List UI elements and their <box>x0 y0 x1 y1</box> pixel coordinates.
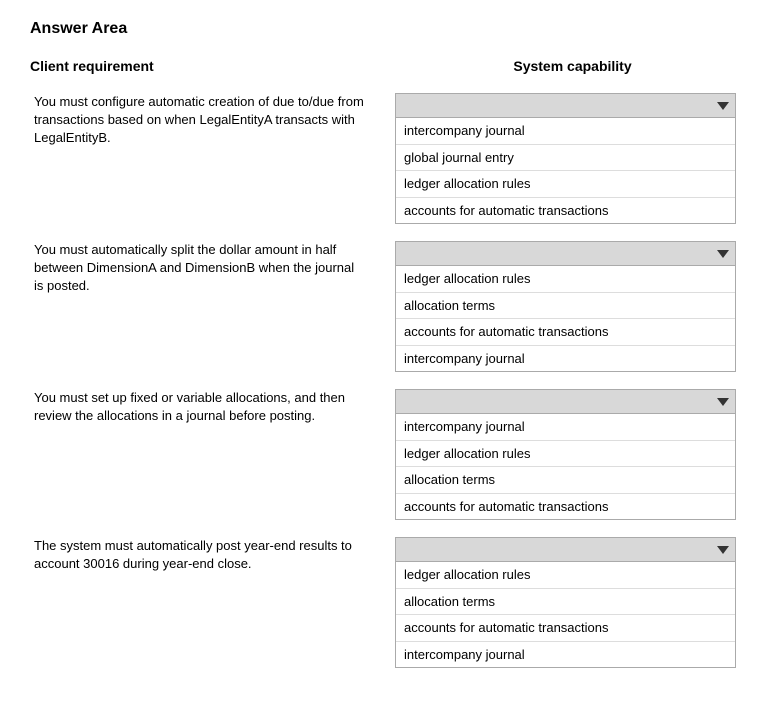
dropdown-option-1-4[interactable]: accounts for automatic transactions <box>396 198 735 224</box>
dropdown-option-1-2[interactable]: global journal entry <box>396 145 735 172</box>
page-title: Answer Area <box>30 20 740 38</box>
dropdown-container-1[interactable]: intercompany journalglobal journal entry… <box>395 93 736 224</box>
dropdown-header-2[interactable] <box>396 242 735 266</box>
dropdown-header-3[interactable] <box>396 390 735 414</box>
dropdown-header-4[interactable] <box>396 538 735 562</box>
requirement-text-2: You must automatically split the dollar … <box>30 233 385 381</box>
dropdown-options-1: intercompany journalglobal journal entry… <box>396 118 735 223</box>
chevron-down-icon <box>717 250 729 258</box>
dropdown-option-3-2[interactable]: ledger allocation rules <box>396 441 735 468</box>
answer-table: Client requirement System capability You… <box>30 58 740 676</box>
col-header-capability: System capability <box>385 58 740 85</box>
col-header-requirement: Client requirement <box>30 58 385 85</box>
dropdown-option-1-1[interactable]: intercompany journal <box>396 118 735 145</box>
dropdown-option-2-4[interactable]: intercompany journal <box>396 346 735 372</box>
table-row: The system must automatically post year-… <box>30 529 740 677</box>
dropdown-option-2-2[interactable]: allocation terms <box>396 293 735 320</box>
dropdown-option-2-3[interactable]: accounts for automatic transactions <box>396 319 735 346</box>
dropdown-option-4-3[interactable]: accounts for automatic transactions <box>396 615 735 642</box>
dropdown-option-4-2[interactable]: allocation terms <box>396 589 735 616</box>
requirement-text-4: The system must automatically post year-… <box>30 529 385 677</box>
dropdown-header-1[interactable] <box>396 94 735 118</box>
dropdown-options-4: ledger allocation rulesallocation termsa… <box>396 562 735 667</box>
capability-dropdown-4[interactable]: ledger allocation rulesallocation termsa… <box>385 529 740 677</box>
dropdown-options-2: ledger allocation rulesallocation termsa… <box>396 266 735 371</box>
dropdown-container-3[interactable]: intercompany journalledger allocation ru… <box>395 389 736 520</box>
chevron-down-icon <box>717 398 729 406</box>
capability-dropdown-3[interactable]: intercompany journalledger allocation ru… <box>385 381 740 529</box>
dropdown-option-2-1[interactable]: ledger allocation rules <box>396 266 735 293</box>
dropdown-option-4-4[interactable]: intercompany journal <box>396 642 735 668</box>
dropdown-option-3-1[interactable]: intercompany journal <box>396 414 735 441</box>
dropdown-container-2[interactable]: ledger allocation rulesallocation termsa… <box>395 241 736 372</box>
table-row: You must configure automatic creation of… <box>30 85 740 233</box>
dropdown-option-3-3[interactable]: allocation terms <box>396 467 735 494</box>
dropdown-option-4-1[interactable]: ledger allocation rules <box>396 562 735 589</box>
dropdown-option-3-4[interactable]: accounts for automatic transactions <box>396 494 735 520</box>
chevron-down-icon <box>717 546 729 554</box>
table-row: You must set up fixed or variable alloca… <box>30 381 740 529</box>
requirement-text-3: You must set up fixed or variable alloca… <box>30 381 385 529</box>
dropdown-option-1-3[interactable]: ledger allocation rules <box>396 171 735 198</box>
dropdown-options-3: intercompany journalledger allocation ru… <box>396 414 735 519</box>
capability-dropdown-1[interactable]: intercompany journalglobal journal entry… <box>385 85 740 233</box>
chevron-down-icon <box>717 102 729 110</box>
table-row: You must automatically split the dollar … <box>30 233 740 381</box>
dropdown-container-4[interactable]: ledger allocation rulesallocation termsa… <box>395 537 736 668</box>
requirement-text-1: You must configure automatic creation of… <box>30 85 385 233</box>
capability-dropdown-2[interactable]: ledger allocation rulesallocation termsa… <box>385 233 740 381</box>
